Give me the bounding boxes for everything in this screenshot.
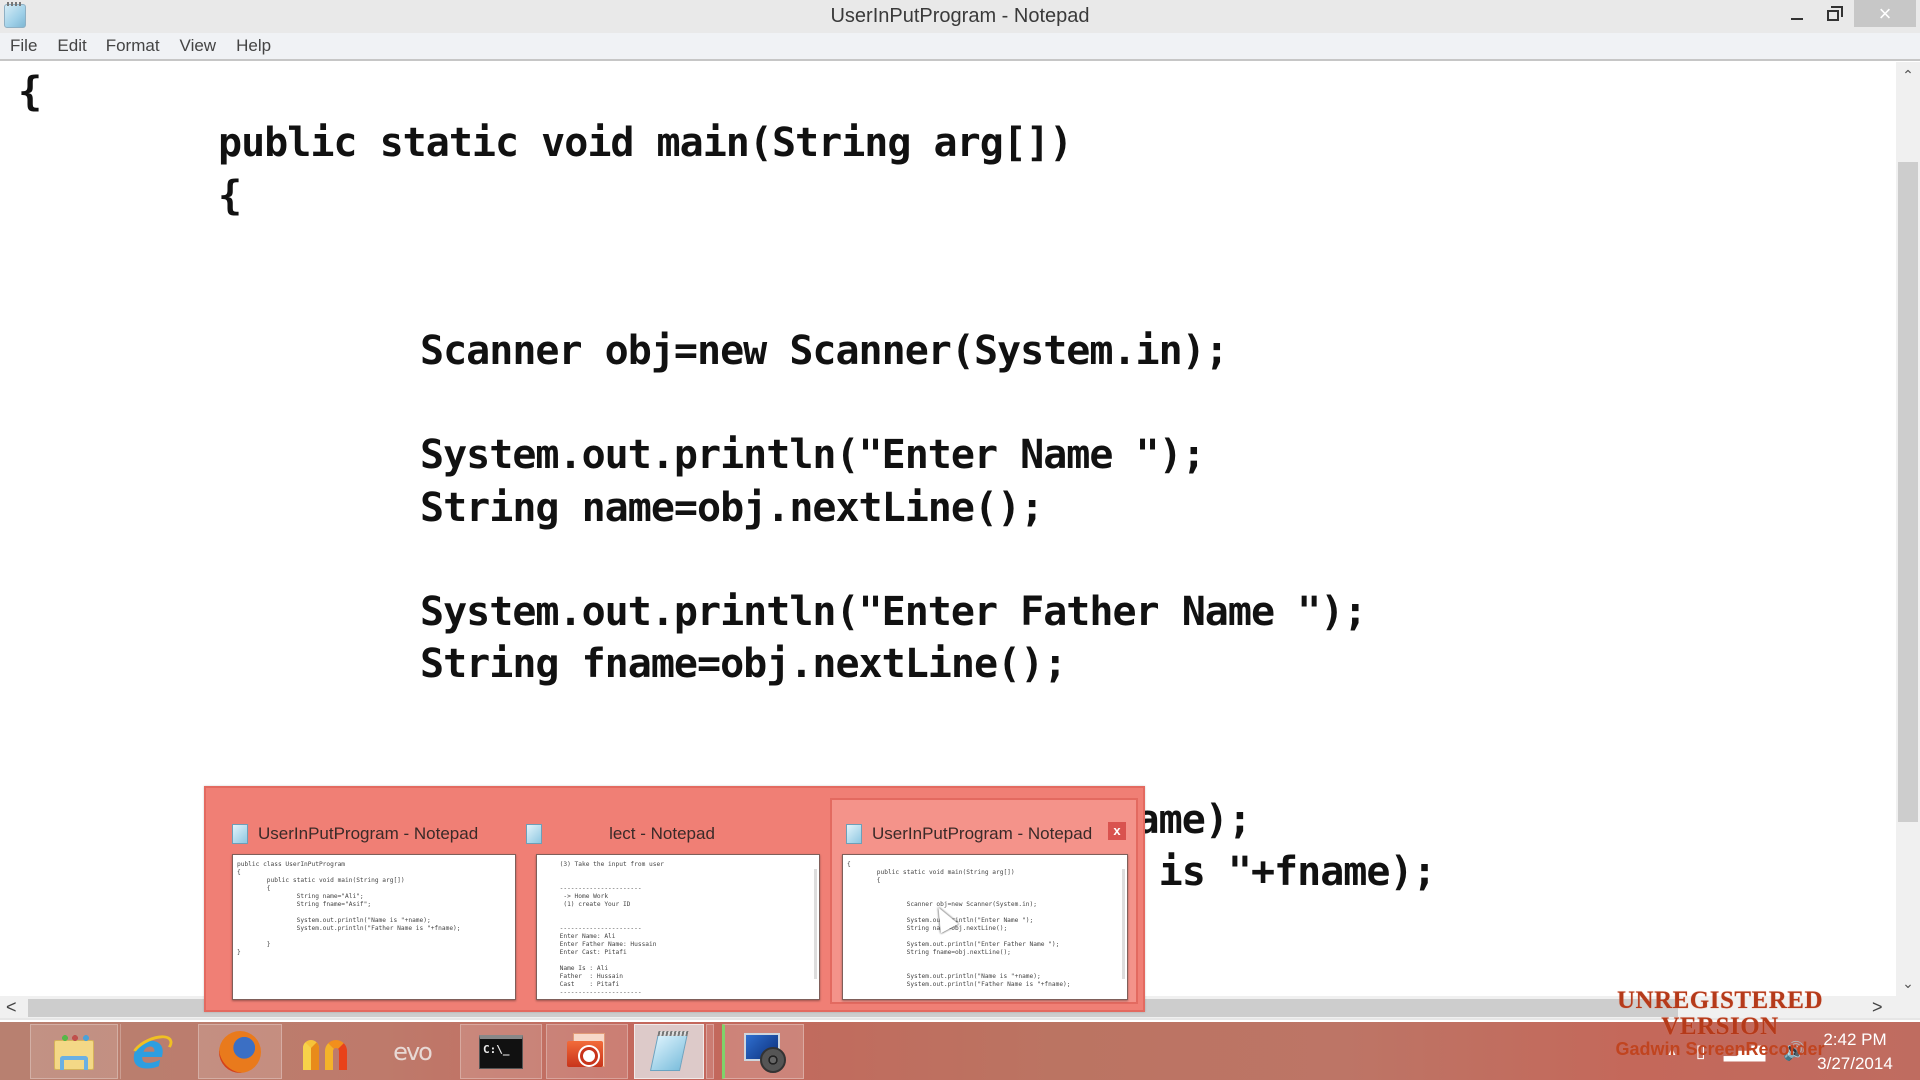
thumbnail-preview: public class UserInPutProgram { public s…: [232, 854, 516, 1000]
firefox-icon: [219, 1030, 261, 1073]
thumbnail-preview-text: { public static void main(String arg[]) …: [847, 861, 1071, 988]
thumbnail-preview: { public static void main(String arg[]) …: [842, 854, 1128, 1000]
minimize-icon: [1791, 18, 1803, 20]
clock[interactable]: 2:42 PM 3/27/2014: [1800, 1028, 1910, 1076]
code-line: public static void main(String arg[]): [218, 120, 1073, 166]
cmd-icon: C:\_: [479, 1034, 523, 1069]
taskbar-powerpoint[interactable]: [546, 1024, 628, 1079]
menu-file[interactable]: File: [10, 36, 37, 56]
thumbnail-close-button[interactable]: x: [1108, 822, 1126, 840]
close-button[interactable]: ×: [1854, 0, 1916, 27]
thumbnail-preview-text: public class UserInPutProgram { public s…: [237, 861, 461, 956]
menu-bar: File Edit Format View Help: [0, 33, 1920, 61]
network-icon[interactable]: ▂▄▆: [1724, 1041, 1766, 1062]
thumbnail-title: UserInPutProgram - Notepad: [232, 822, 478, 846]
thumbnail-scrollbar: [1122, 869, 1125, 979]
folder-icon: [54, 1034, 94, 1070]
thumbnail-scrollbar: [814, 869, 817, 979]
close-icon: ×: [1878, 0, 1892, 26]
clock-date: 3/27/2014: [1817, 1054, 1893, 1073]
menu-view[interactable]: View: [180, 36, 217, 56]
taskbar-command-prompt[interactable]: C:\_: [460, 1024, 542, 1079]
taskbar-thumbnail-popup: UserInPutProgram - Notepad public class …: [204, 786, 1145, 1012]
window-title: UserInPutProgram - Notepad: [830, 5, 1090, 27]
ie-icon: e: [127, 1024, 177, 1080]
taskbar-notepad-stack: [706, 1024, 714, 1079]
show-hidden-icons-button[interactable]: ▲: [1666, 1044, 1678, 1058]
notepad-icon: [846, 824, 862, 844]
thumbnail-card-active[interactable]: UserInPutProgram - Notepad x { public st…: [830, 798, 1138, 1004]
taskbar-m-app[interactable]: [286, 1024, 366, 1079]
vertical-scroll-thumb[interactable]: [1898, 162, 1918, 822]
scroll-down-button[interactable]: ⌄: [1896, 972, 1920, 994]
taskbar-evo[interactable]: evo: [372, 1024, 452, 1079]
taskbar-file-explorer[interactable]: [30, 1024, 118, 1079]
scroll-left-button[interactable]: <: [6, 996, 24, 1018]
menu-format[interactable]: Format: [106, 36, 160, 56]
menu-edit[interactable]: Edit: [57, 36, 86, 56]
thumbnail-preview: (3) Take the input from user -----------…: [536, 854, 820, 1000]
scroll-up-button[interactable]: ⌃: [1896, 64, 1920, 86]
thumbnail-title: UserInPutProgram - Notepad: [846, 822, 1092, 846]
scroll-right-button[interactable]: >: [1872, 996, 1890, 1018]
taskbar-internet-explorer[interactable]: e: [112, 1024, 192, 1080]
taskbar: e evo C:\_: [0, 1022, 1920, 1080]
taskbar-notepad[interactable]: [634, 1024, 704, 1079]
title-bar: UserInPutProgram - Notepad ×: [0, 0, 1920, 33]
code-line: String name=obj.nextLine();: [420, 485, 1044, 531]
recorder-icon: [742, 1031, 786, 1073]
restore-button[interactable]: [1816, 0, 1850, 30]
m-logo-icon: [303, 1034, 349, 1070]
thumbnail-title-text: UserInPutProgram - Notepad: [258, 824, 479, 843]
code-line: {: [18, 69, 42, 115]
system-tray: ▲ ▯ ▂▄▆ 🔊: [1666, 1022, 1806, 1080]
code-line: System.out.println("Enter Father Name ")…: [420, 589, 1367, 635]
taskbar-screen-recorder[interactable]: [722, 1024, 804, 1079]
restore-icon: [1827, 5, 1843, 21]
evo-icon: evo: [393, 1037, 433, 1066]
notepad-icon: [232, 824, 248, 844]
taskbar-firefox[interactable]: [198, 1024, 282, 1079]
thumbnail-title: lect - Notepad: [514, 822, 810, 846]
code-line: System.out.println("Enter Name ");: [420, 432, 1206, 478]
power-icon[interactable]: ▯: [1696, 1041, 1706, 1062]
notepad-icon: [526, 824, 542, 844]
thumbnail-title-text: lect - Notepad: [609, 824, 715, 843]
code-line: Scanner obj=new Scanner(System.in);: [420, 328, 1229, 374]
minimize-button[interactable]: [1780, 0, 1814, 30]
menu-help[interactable]: Help: [236, 36, 271, 56]
thumbnail-card[interactable]: lect - Notepad (3) Take the input from u…: [514, 800, 820, 1006]
thumbnail-preview-text: (3) Take the input from user -----------…: [559, 861, 664, 996]
code-line: {: [218, 173, 242, 219]
notepad-icon: [646, 1030, 693, 1073]
thumbnail-title-text: UserInPutProgram - Notepad: [872, 824, 1093, 843]
clock-time: 2:42 PM: [1823, 1030, 1887, 1049]
thumbnail-card[interactable]: UserInPutProgram - Notepad public class …: [210, 800, 516, 1006]
powerpoint-icon: [567, 1032, 607, 1071]
code-line: String fname=obj.nextLine();: [420, 641, 1067, 687]
vertical-scrollbar[interactable]: ⌃ ⌄: [1896, 62, 1920, 996]
